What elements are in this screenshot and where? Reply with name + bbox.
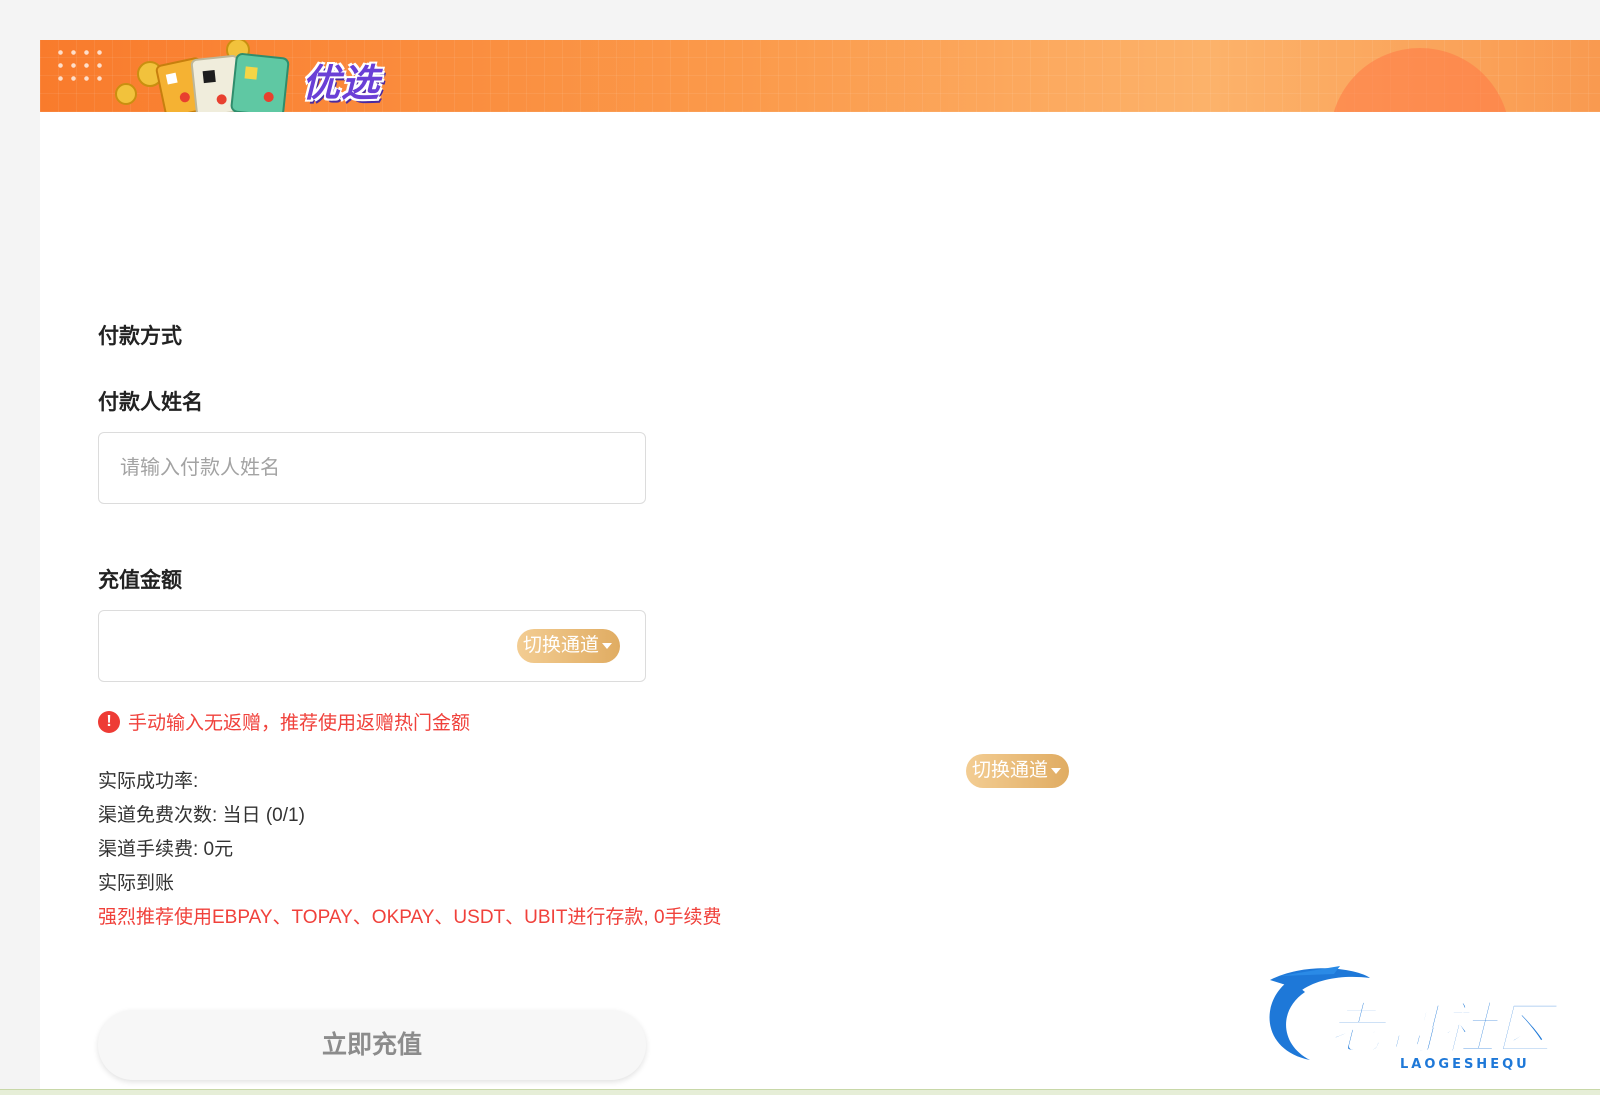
payer-name-field-wrapper bbox=[98, 432, 646, 504]
switch-channel-button-secondary[interactable]: 切换通道 bbox=[966, 754, 1070, 788]
warning-text: 手动输入无返赠，推荐使用返赠热门金额 bbox=[128, 713, 471, 734]
watermark-text: 老哥社区 bbox=[1328, 997, 1561, 1062]
payer-name-input[interactable] bbox=[99, 433, 645, 503]
switch-channel-label: 切换通道 bbox=[972, 760, 1049, 781]
recharge-now-button[interactable]: 立即充值 bbox=[98, 1010, 646, 1080]
recommendation-text: 强烈推荐使用EBPAY、TOPAY、OKPAY、USDT、UBIT进行存款, 0… bbox=[98, 907, 722, 928]
dots-decoration-icon bbox=[54, 46, 110, 82]
amount-input[interactable] bbox=[99, 611, 509, 681]
caret-down-icon bbox=[602, 643, 613, 649]
warning-icon: ! bbox=[98, 710, 120, 733]
bottom-strip bbox=[0, 1089, 1600, 1095]
success-rate-text: 实际成功率: bbox=[98, 771, 199, 792]
banner-title: 优选 bbox=[302, 63, 381, 105]
amount-field-wrapper: 切换通道 bbox=[98, 610, 646, 682]
watermark-subtext: LAOGESHEQU bbox=[1400, 1057, 1530, 1072]
dragon-logo: 老哥社区 LAOGESHEQU bbox=[1269, 966, 1562, 1072]
payer-name-label: 付款人姓名 bbox=[98, 391, 203, 414]
free-times-text: 渠道免费次数: 当日 (0/1) bbox=[98, 805, 305, 826]
switch-channel-button[interactable]: 切换通道 bbox=[517, 629, 621, 663]
amount-label: 充值金额 bbox=[98, 569, 182, 592]
recharge-panel: 优选 付款方式 付款人姓名 充值金额 切换通道 ! 手动输入无返赠，推荐使用返赠… bbox=[40, 40, 1600, 1090]
switch-channel-label: 切换通道 bbox=[523, 635, 600, 656]
fee-text: 渠道手续费: 0元 bbox=[98, 839, 234, 860]
promo-banner: 优选 bbox=[40, 40, 1600, 112]
actual-credit-text: 实际到账 bbox=[98, 873, 175, 894]
manual-input-warning: ! 手动输入无返赠，推荐使用返赠热门金额 bbox=[98, 708, 470, 735]
payment-method-label: 付款方式 bbox=[98, 325, 182, 348]
caret-down-icon bbox=[1051, 768, 1062, 774]
coins-cards-illustration-icon bbox=[115, 40, 290, 112]
